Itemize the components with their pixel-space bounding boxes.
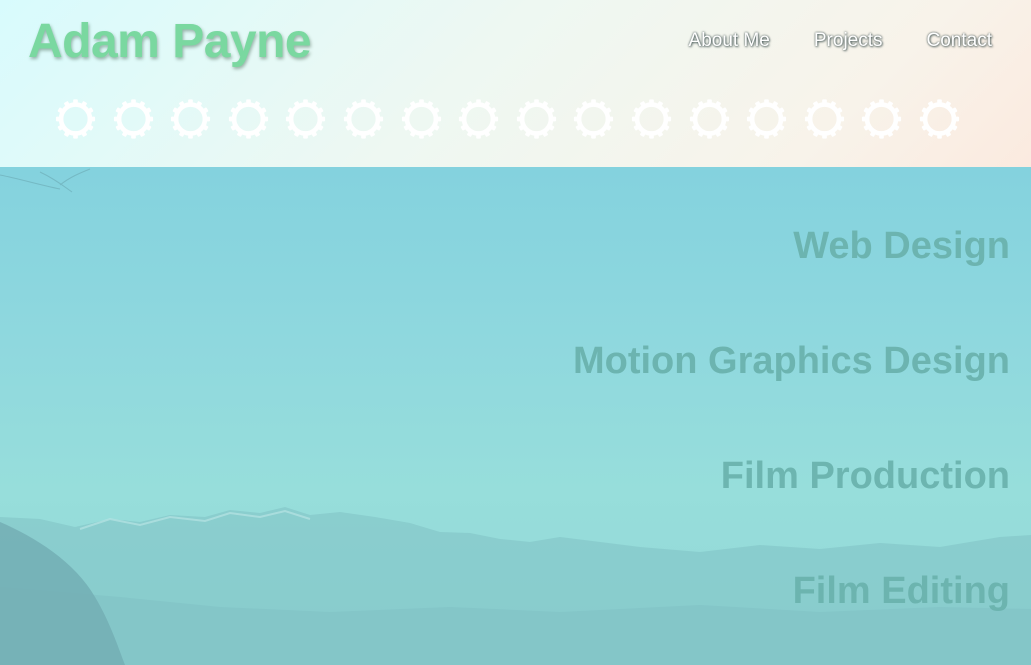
nav-link-projects[interactable]: Projects: [814, 28, 883, 54]
gear-icon: [862, 99, 902, 139]
service-film-editing[interactable]: Film Editing: [310, 566, 1010, 616]
service-film-production[interactable]: Film Production: [310, 451, 1010, 501]
services-list: Web Design Motion Graphics Design Film P…: [310, 221, 1010, 665]
nav-link-about-me[interactable]: About Me: [689, 28, 770, 54]
gear-icon: [804, 99, 844, 139]
gear-icon: [631, 99, 672, 139]
gear-icon: [689, 99, 729, 139]
gear-icon-row: [55, 97, 960, 141]
gear-icon: [113, 99, 153, 139]
hero-section: Web Design Motion Graphics Design Film P…: [0, 167, 1031, 665]
site-header: Adam Payne About Me Projects Contact: [0, 0, 1031, 167]
service-motion-graphics-design[interactable]: Motion Graphics Design: [310, 336, 1010, 386]
nav-link-contact[interactable]: Contact: [927, 28, 992, 54]
gear-icon: [919, 99, 959, 139]
site-logo[interactable]: Adam Payne: [28, 14, 312, 70]
service-web-design[interactable]: Web Design: [310, 221, 1010, 271]
gear-icon: [516, 99, 556, 139]
gear-icon: [574, 99, 614, 139]
gear-icon: [401, 99, 441, 139]
gear-icon: [343, 99, 384, 139]
gear-icon: [228, 99, 268, 139]
main-nav: About Me Projects Contact: [689, 28, 992, 54]
gear-icon: [459, 99, 499, 139]
gear-icon: [171, 99, 211, 139]
gear-icon: [286, 99, 326, 139]
gear-icon: [55, 99, 96, 139]
gear-icon: [747, 99, 787, 139]
